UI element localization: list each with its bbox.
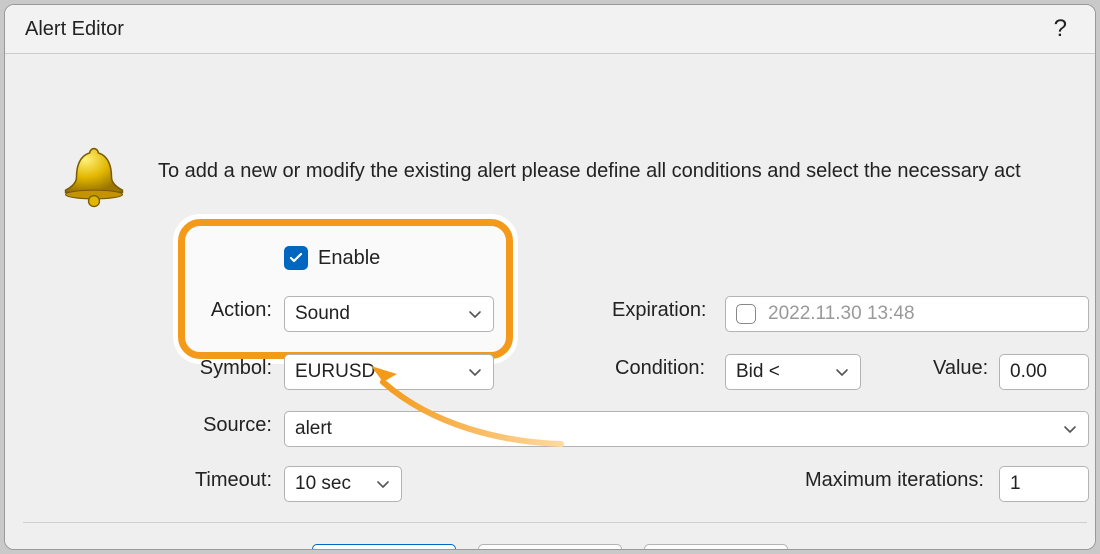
timeout-select[interactable]: 10 sec (284, 466, 402, 502)
max-iterations-label: Maximum iterations: (805, 469, 984, 492)
ok-button[interactable]: OK (312, 544, 456, 550)
symbol-label: Symbol: (194, 357, 272, 380)
chevron-down-icon (1062, 421, 1078, 437)
chevron-down-icon (834, 364, 850, 380)
condition-value: Bid < (736, 361, 780, 383)
expiration-value: 2022.11.30 13:48 (768, 303, 915, 325)
timeout-value: 10 sec (295, 473, 351, 495)
action-value: Sound (295, 303, 350, 325)
chevron-down-icon (375, 476, 391, 492)
window-title: Alert Editor (25, 18, 124, 41)
cancel-button[interactable]: Cancel (644, 544, 788, 550)
expiration-checkbox[interactable] (736, 304, 756, 324)
test-button[interactable]: Test (478, 544, 622, 550)
value-label: Value: (933, 357, 988, 380)
dialog-client: To add a new or modify the existing aler… (5, 53, 1095, 549)
max-iterations-input[interactable]: 1 (999, 466, 1089, 502)
chevron-down-icon (467, 364, 483, 380)
symbol-select[interactable]: EURUSD (284, 354, 494, 390)
source-select[interactable]: alert (284, 411, 1089, 447)
max-iterations-value: 1 (1010, 473, 1021, 495)
action-label: Action: (202, 299, 272, 322)
alert-editor-dialog: Alert Editor ? To add a new or modify th… (4, 4, 1096, 550)
expiration-field[interactable]: 2022.11.30 13:48 (725, 296, 1089, 332)
titlebar: Alert Editor ? (5, 5, 1095, 53)
value-value: 0.00 (1010, 361, 1047, 383)
separator (23, 522, 1087, 523)
condition-select[interactable]: Bid < (725, 354, 861, 390)
enable-label: Enable (318, 247, 380, 270)
enable-checkbox[interactable] (284, 246, 308, 270)
dialog-buttons: OK Test Cancel (5, 544, 1095, 550)
bell-icon (59, 142, 129, 218)
symbol-value: EURUSD (295, 361, 375, 383)
source-value: alert (295, 418, 332, 440)
help-button[interactable]: ? (1054, 15, 1067, 43)
instruction-text: To add a new or modify the existing aler… (158, 160, 1021, 183)
expiration-label: Expiration: (612, 299, 707, 322)
chevron-down-icon (467, 306, 483, 322)
condition-label: Condition: (615, 357, 705, 380)
source-label: Source: (200, 414, 272, 437)
action-select[interactable]: Sound (284, 296, 494, 332)
timeout-label: Timeout: (186, 469, 272, 492)
highlight-box (178, 219, 513, 359)
value-input[interactable]: 0.00 (999, 354, 1089, 390)
